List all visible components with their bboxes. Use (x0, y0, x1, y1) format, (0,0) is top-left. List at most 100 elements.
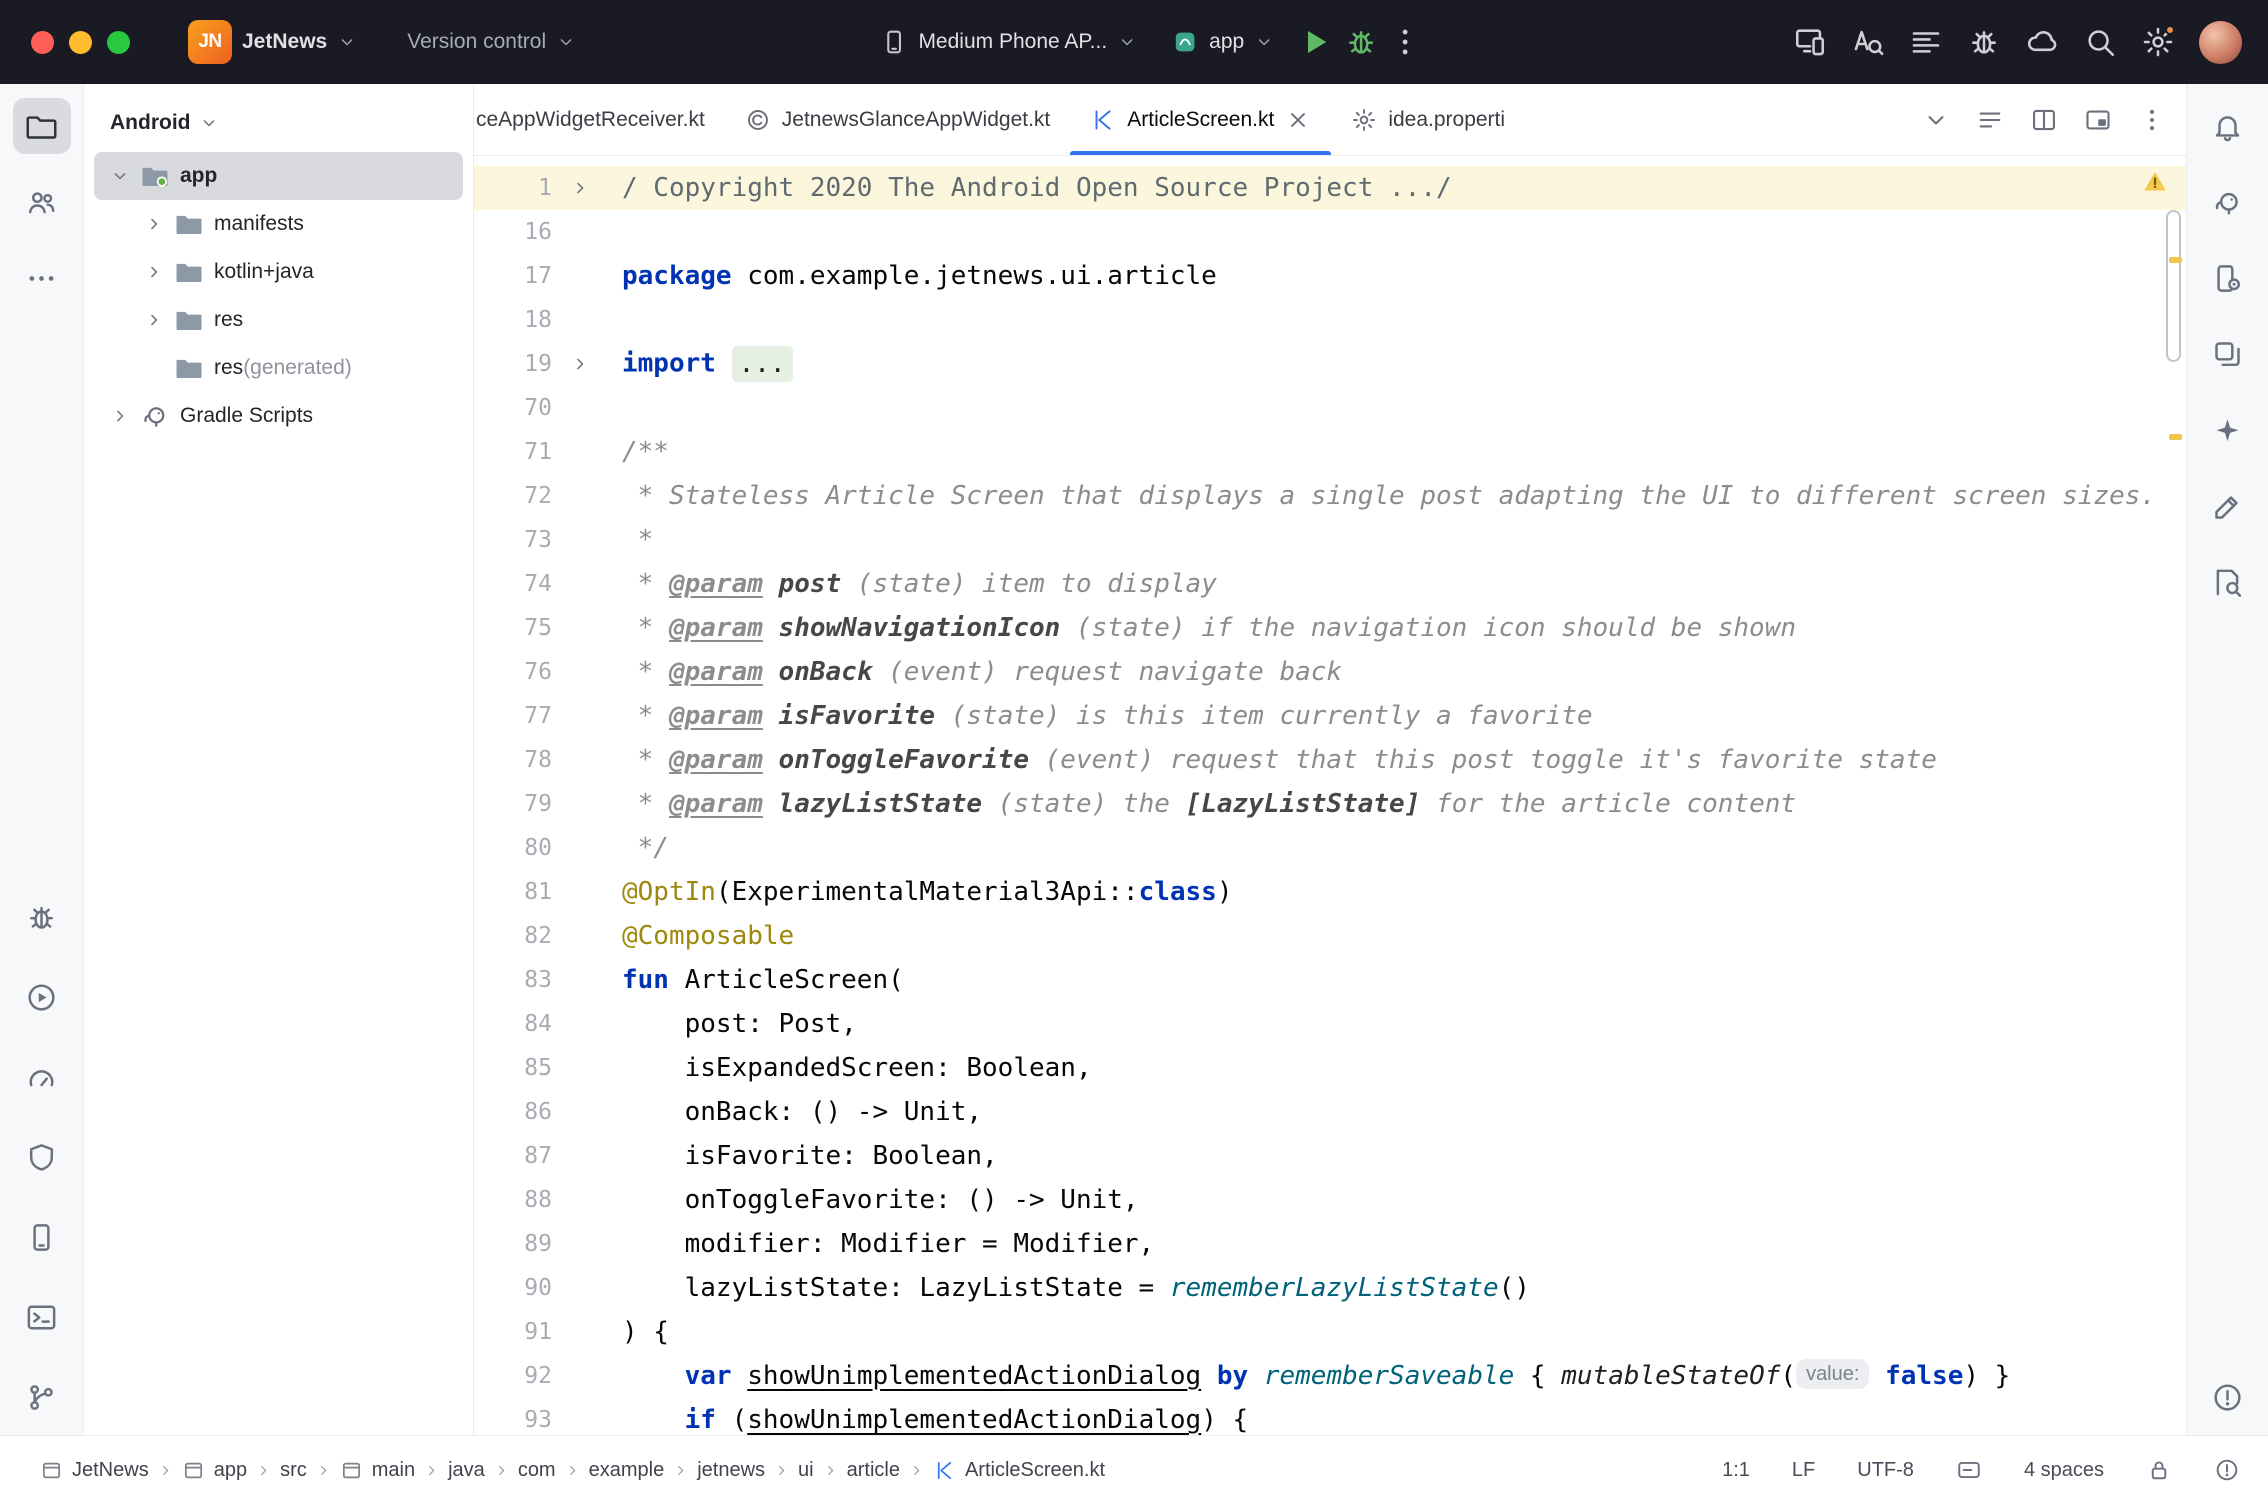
line-number[interactable]: 82 (474, 923, 552, 949)
code-text[interactable]: if (showUnimplementedActionDialog) { (622, 1405, 2186, 1435)
code-search-icon[interactable] (1851, 25, 1885, 59)
sync-icon[interactable] (2025, 25, 2059, 59)
breadcrumb-src[interactable]: src (280, 1459, 307, 1482)
code-text[interactable]: * @param onBack (event) request navigate… (622, 657, 2186, 687)
code-text[interactable]: * @param lazyListState (state) the [Lazy… (622, 789, 2186, 819)
editor-more-button[interactable] (2138, 106, 2166, 134)
run-tool-button[interactable] (13, 969, 71, 1025)
line-number[interactable]: 79 (474, 791, 552, 817)
project-view-selector[interactable]: Android (84, 100, 473, 146)
code-text[interactable]: package com.example.jetnews.ui.article (622, 261, 2186, 291)
line-number[interactable]: 85 (474, 1055, 552, 1081)
terminal-tool-button[interactable] (13, 1289, 71, 1345)
tab-glance-receiver[interactable]: ceAppWidgetReceiver.kt (474, 84, 725, 155)
code-text[interactable]: * @param post (state) item to display (622, 569, 2186, 599)
breadcrumb-main[interactable]: main (340, 1459, 415, 1482)
code-text[interactable]: isFavorite: Boolean, (622, 1141, 2186, 1171)
line-number[interactable]: 71 (474, 439, 552, 465)
line-separator[interactable]: LF (1792, 1459, 1815, 1482)
gemini-ai-button[interactable] (2199, 402, 2257, 458)
code-text[interactable]: lazyListState: LazyListState = rememberL… (622, 1273, 2186, 1303)
chevron-right-icon[interactable] (144, 310, 174, 330)
line-number[interactable]: 87 (474, 1143, 552, 1169)
tree-item-manifests[interactable]: manifests (94, 200, 463, 248)
line-number[interactable]: 90 (474, 1275, 552, 1301)
running-devices-icon[interactable] (1793, 25, 1827, 59)
line-number[interactable]: 1 (474, 175, 552, 201)
line-number[interactable]: 93 (474, 1407, 552, 1433)
version-control-tool-button[interactable] (13, 1369, 71, 1425)
tab-list-button[interactable] (1976, 106, 2004, 134)
more-run-actions-button[interactable] (1388, 25, 1422, 59)
problems-indicator-button[interactable] (2199, 1369, 2257, 1425)
problems-tool-button[interactable] (13, 889, 71, 945)
open-in-window-button[interactable] (2084, 106, 2112, 134)
breadcrumb-article[interactable]: article (847, 1459, 900, 1482)
notifications-button[interactable] (2199, 98, 2257, 154)
vcs-menu[interactable]: Version control (395, 22, 588, 62)
line-number[interactable]: 17 (474, 263, 552, 289)
line-number[interactable]: 92 (474, 1363, 552, 1389)
caret-position[interactable]: 1:1 (1722, 1459, 1750, 1482)
line-number[interactable]: 84 (474, 1011, 552, 1037)
code-text[interactable]: post: Post, (622, 1009, 2186, 1039)
logcat-icon[interactable] (1909, 25, 1943, 59)
tab-idea-properties[interactable]: idea.properti (1331, 84, 1505, 155)
code-text[interactable]: modifier: Modifier = Modifier, (622, 1229, 2186, 1259)
line-number[interactable]: 86 (474, 1099, 552, 1125)
run-config-selector[interactable]: app (1159, 20, 1286, 64)
fold-toggle-icon[interactable] (552, 354, 622, 374)
gradle-tool-button[interactable] (2199, 174, 2257, 230)
line-number[interactable]: 77 (474, 703, 552, 729)
code-text[interactable]: @Composable (622, 921, 2186, 951)
code-text[interactable]: /** (622, 437, 2186, 467)
code-text[interactable]: * Stateless Article Screen that displays… (622, 481, 2186, 511)
tree-item-app[interactable]: app (94, 152, 463, 200)
line-number[interactable]: 78 (474, 747, 552, 773)
chevron-right-icon[interactable] (144, 262, 174, 282)
tree-item-res[interactable]: res (94, 296, 463, 344)
line-number[interactable]: 70 (474, 395, 552, 421)
tree-item-kotlin-java[interactable]: kotlin+java (94, 248, 463, 296)
project-menu[interactable]: JN JetNews (176, 12, 369, 72)
code-text[interactable]: */ (622, 833, 2186, 863)
file-encoding[interactable]: UTF-8 (1857, 1459, 1914, 1482)
hidden-tabs-button[interactable] (1922, 106, 1950, 134)
code-text[interactable]: onBack: () -> Unit, (622, 1097, 2186, 1127)
profiler-tool-button[interactable] (13, 1049, 71, 1105)
device-manager-tool-button[interactable] (13, 1209, 71, 1265)
code-text[interactable]: fun ArticleScreen( (622, 965, 2186, 995)
editor-scrollbar-thumb[interactable] (2166, 210, 2181, 362)
device-manager-button[interactable] (2199, 250, 2257, 306)
indentation[interactable]: 4 spaces (2024, 1459, 2104, 1482)
line-number[interactable]: 75 (474, 615, 552, 641)
app-insights-icon[interactable] (1967, 25, 2001, 59)
chevron-right-icon[interactable] (110, 406, 140, 426)
more-tool-windows-button[interactable] (13, 250, 71, 306)
screen-reader-button[interactable] (1956, 1457, 1982, 1483)
file-lock-icon[interactable] (2146, 1457, 2172, 1483)
search-everywhere-icon[interactable] (2083, 25, 2117, 59)
app-quality-insights-tool-button[interactable] (13, 1129, 71, 1185)
line-number[interactable]: 74 (474, 571, 552, 597)
breadcrumb-ui[interactable]: ui (798, 1459, 814, 1482)
fold-toggle-icon[interactable] (552, 178, 622, 198)
line-number[interactable]: 18 (474, 307, 552, 333)
breadcrumb-java[interactable]: java (448, 1459, 485, 1482)
code-text[interactable]: * @param showNavigationIcon (state) if t… (622, 613, 2186, 643)
close-window-button[interactable] (31, 31, 54, 54)
code-text[interactable]: var showUnimplementedActionDialog by rem… (622, 1361, 2186, 1392)
find-tool-button[interactable] (2199, 554, 2257, 610)
running-devices-tool-button[interactable] (2199, 326, 2257, 382)
device-selector[interactable]: Medium Phone AP... (868, 20, 1149, 64)
breadcrumb-jetnews[interactable]: JetNews (40, 1459, 149, 1482)
breadcrumb-articlescreen-kt[interactable]: ArticleScreen.kt (933, 1459, 1105, 1482)
warning-stripe-mark[interactable] (2169, 257, 2182, 263)
code-text[interactable]: onToggleFavorite: () -> Unit, (622, 1185, 2186, 1215)
inspection-warning-icon[interactable] (2140, 168, 2170, 195)
line-number[interactable]: 16 (474, 219, 552, 245)
code-text[interactable]: @OptIn(ExperimentalMaterial3Api::class) (622, 877, 2186, 907)
compose-preview-button[interactable] (2199, 478, 2257, 534)
user-avatar[interactable] (2199, 21, 2242, 64)
code-text[interactable]: * @param onToggleFavorite (event) reques… (622, 745, 2186, 775)
